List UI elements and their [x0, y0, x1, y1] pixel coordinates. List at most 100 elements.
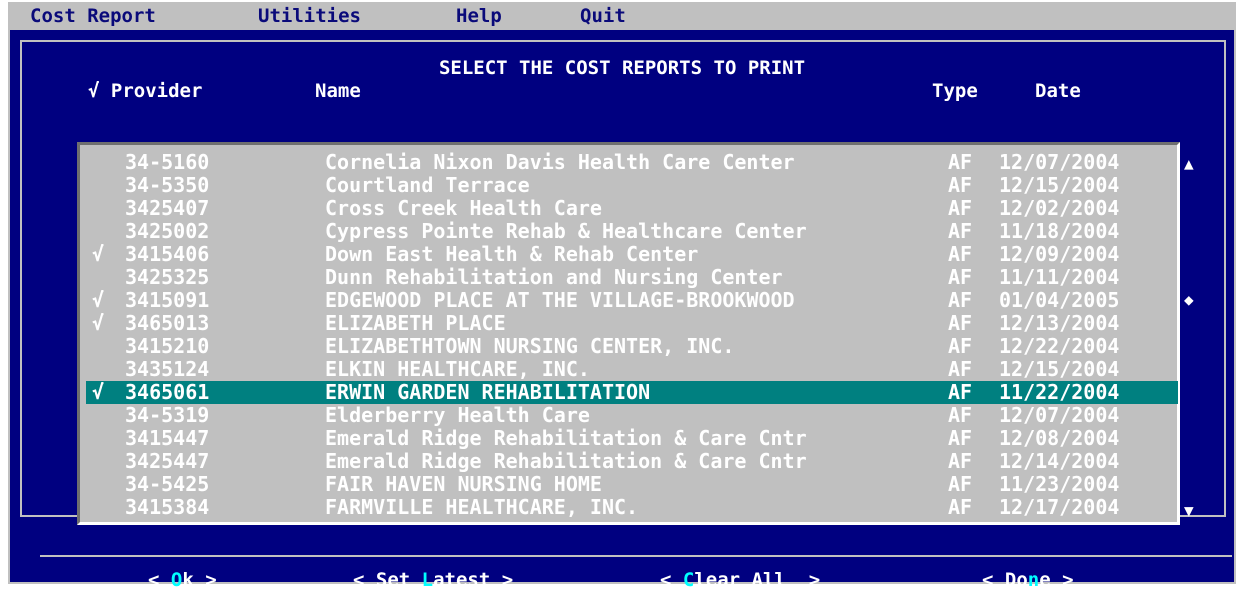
row-date: 12/08/2004	[999, 426, 1120, 450]
ok-button-post: k >	[182, 569, 217, 591]
row-provider: 3465061	[125, 380, 210, 404]
row-type: AF	[948, 357, 973, 381]
row-provider: 34-5160	[125, 150, 210, 174]
row-date: 12/09/2004	[999, 242, 1120, 266]
row-name: ELIZABETHTOWN NURSING CENTER, INC.	[325, 334, 735, 358]
row-date: 11/18/2004	[999, 219, 1120, 243]
list-item[interactable]: √ 3465061 ERWIN GARDEN REHABILITATION AF 11/…	[86, 381, 1178, 404]
row-date: 12/22/2004	[999, 334, 1120, 358]
row-provider: 3415447	[125, 426, 210, 450]
clear-all-button-hotkey: C	[682, 569, 695, 591]
row-type: AF	[948, 219, 973, 243]
row-date: 12/14/2004	[999, 449, 1120, 473]
menu-bar: Cost Report Utilities Help Quit	[8, 2, 1236, 30]
row-date: 11/22/2004	[999, 380, 1120, 404]
row-type: AF	[948, 242, 973, 266]
row-date: 12/07/2004	[999, 403, 1120, 427]
row-name: Down East Health & Rehab Center	[325, 242, 699, 266]
row-provider: 3415384	[125, 495, 210, 519]
row-provider: 3435124	[125, 357, 210, 381]
list-item[interactable]: 34-5425 FAIR HAVEN NURSING HOME AF 11/23/20…	[86, 473, 1178, 496]
dialog-title: SELECT THE COST REPORTS TO PRINT	[438, 57, 806, 79]
button-separator	[40, 555, 1232, 557]
menu-help[interactable]: Help	[456, 2, 502, 30]
row-type: AF	[948, 288, 973, 312]
row-check-mark: √	[92, 311, 105, 335]
row-type: AF	[948, 334, 973, 358]
row-date: 11/23/2004	[999, 472, 1120, 496]
row-type: AF	[948, 150, 973, 174]
done-button[interactable]: < Done >	[982, 568, 1074, 592]
row-provider: 34-5350	[125, 173, 210, 197]
row-name: Emerald Ridge Rehabilitation & Care Cntr	[325, 426, 807, 450]
list-item[interactable]: √ 3465013 ELIZABETH PLACE AF 12/13/2004	[86, 312, 1178, 335]
row-type: AF	[948, 472, 973, 496]
set-latest-button-hotkey: L	[421, 569, 434, 591]
column-header-date: Date	[1035, 80, 1081, 102]
done-button-pre: < Do	[982, 569, 1028, 591]
row-name: FARMVILLE HEALTHCARE, INC.	[325, 495, 639, 519]
list-item[interactable]: 3415447 Emerald Ridge Rehabilitation & Ca…	[86, 427, 1178, 450]
row-name: ELKIN HEALTHCARE, INC.	[325, 357, 590, 381]
set-latest-button-post: atest >	[433, 569, 514, 591]
list-item[interactable]: 3425407 Cross Creek Health Care AF 12/02/20…	[86, 197, 1178, 220]
row-check-mark: √	[92, 288, 105, 312]
column-header-type: Type	[932, 80, 978, 102]
row-date: 12/17/2004	[999, 495, 1120, 519]
ok-button-hotkey: O	[170, 569, 183, 591]
menu-cost-report[interactable]: Cost Report	[30, 2, 156, 30]
menu-utilities[interactable]: Utilities	[258, 2, 361, 30]
row-name: ERWIN GARDEN REHABILITATION	[325, 380, 651, 404]
row-provider: 3425447	[125, 449, 210, 473]
row-provider: 3425325	[125, 265, 210, 289]
column-header-provider: √ Provider	[88, 80, 203, 102]
row-check-mark: √	[92, 242, 105, 266]
list-item[interactable]: 3415210 ELIZABETHTOWN NURSING CENTER, INC…	[86, 335, 1178, 358]
scroll-thumb-icon[interactable]: ◆	[1184, 290, 1194, 309]
ok-button[interactable]: < Ok >	[148, 568, 217, 592]
list-item[interactable]: 34-5319 Elderberry Health Care AF 12/07/200…	[86, 404, 1178, 427]
scroll-up-arrow-icon[interactable]: ▲	[1184, 154, 1194, 173]
cost-report-list[interactable]: 34-5160 Cornelia Nixon Davis Health Care …	[77, 142, 1180, 525]
list-item[interactable]: 34-5160 Cornelia Nixon Davis Health Care …	[86, 151, 1178, 174]
row-name: Cross Creek Health Care	[325, 196, 602, 220]
clear-all-button[interactable]: < Clear All >	[660, 568, 820, 592]
row-name: Cypress Pointe Rehab & Healthcare Center	[325, 219, 807, 243]
row-provider: 34-5425	[125, 472, 210, 496]
row-type: AF	[948, 311, 973, 335]
row-provider: 3465013	[125, 311, 210, 335]
menu-quit[interactable]: Quit	[580, 2, 626, 30]
set-latest-button-pre: < Set	[353, 569, 422, 591]
list-item[interactable]: √ 3415091 EDGEWOOD PLACE AT THE VILLAGE-BR…	[86, 289, 1178, 312]
row-check-mark: √	[92, 380, 105, 404]
row-provider: 3415210	[125, 334, 210, 358]
row-type: AF	[948, 265, 973, 289]
list-item[interactable]: √ 3415406 Down East Health & Rehab Center A…	[86, 243, 1178, 266]
list-item[interactable]: 3415384 FARMVILLE HEALTHCARE, INC. AF 12/17…	[86, 496, 1178, 519]
row-type: AF	[948, 403, 973, 427]
row-date: 12/07/2004	[999, 150, 1120, 174]
list-item[interactable]: 3435124 ELKIN HEALTHCARE, INC. AF 12/15/200…	[86, 358, 1178, 381]
list-item[interactable]: 3425002 Cypress Pointe Rehab & Healthcare…	[86, 220, 1178, 243]
list-item[interactable]: 3425325 Dunn Rehabilitation and Nursing C…	[86, 266, 1178, 289]
row-name: Cornelia Nixon Davis Health Care Center	[325, 150, 795, 174]
list-item[interactable]: 3425447 Emerald Ridge Rehabilitation & Ca…	[86, 450, 1178, 473]
column-header-name: Name	[315, 80, 361, 102]
list-item[interactable]: 34-5350 Courtland Terrace AF 12/15/2004	[86, 174, 1178, 197]
row-type: AF	[948, 426, 973, 450]
row-date: 01/04/2005	[999, 288, 1120, 312]
clear-all-button-pre: <	[660, 569, 683, 591]
scroll-down-arrow-icon[interactable]: ▼	[1184, 501, 1194, 520]
row-date: 12/13/2004	[999, 311, 1120, 335]
set-latest-button[interactable]: < Set Latest >	[353, 568, 513, 592]
done-button-hotkey: n	[1027, 569, 1040, 591]
row-type: AF	[948, 173, 973, 197]
row-provider: 3425002	[125, 219, 210, 243]
row-provider: 3415406	[125, 242, 210, 266]
row-name: ELIZABETH PLACE	[325, 311, 506, 335]
row-name: Emerald Ridge Rehabilitation & Care Cntr	[325, 449, 807, 473]
row-type: AF	[948, 380, 973, 404]
select-reports-dialog: SELECT THE COST REPORTS TO PRINT √ Provi…	[8, 30, 1236, 591]
clear-all-button-post: lear All >	[694, 569, 821, 591]
row-name: Elderberry Health Care	[325, 403, 590, 427]
